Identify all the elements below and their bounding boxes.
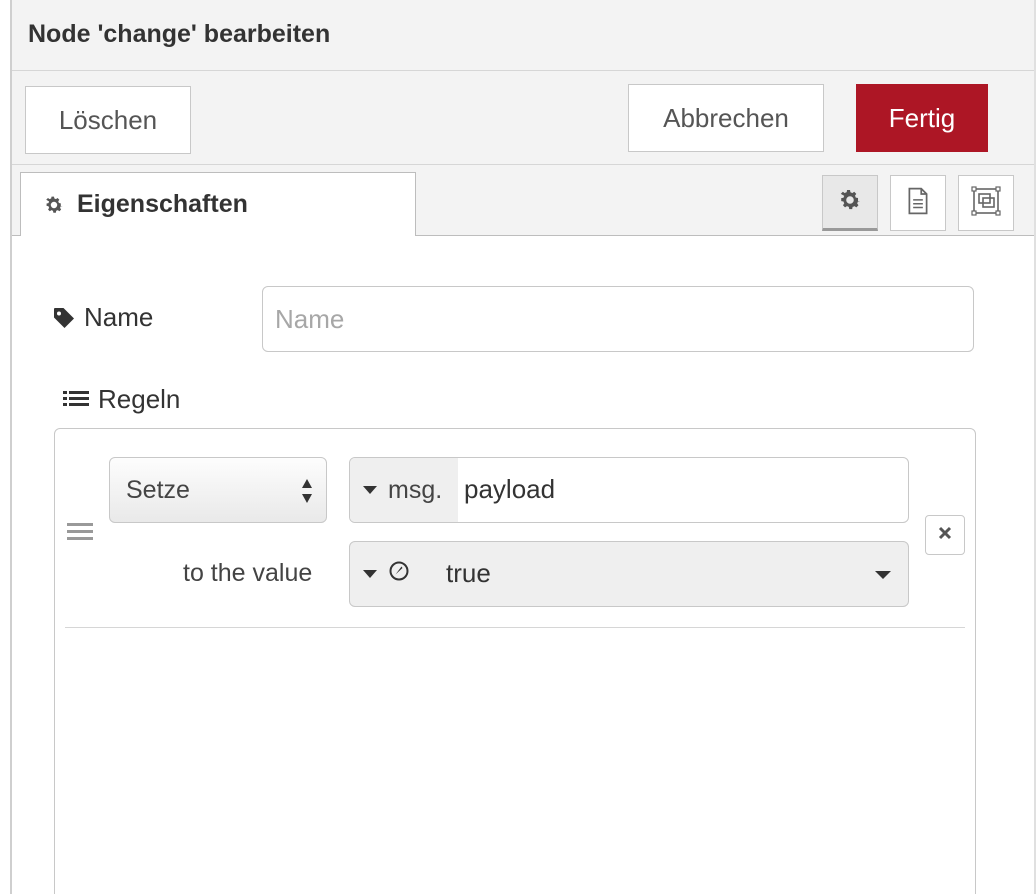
value-text: true — [446, 558, 491, 588]
rule-target-input[interactable]: msg. payload — [349, 457, 909, 523]
list-icon — [62, 389, 90, 411]
rule-item: Setze msg. payload to the value true — [65, 429, 965, 628]
caret-down-icon — [362, 485, 378, 495]
name-label: Name — [52, 302, 153, 333]
tab-bar: Eigenschaften — [12, 165, 1036, 236]
to-value-label: to the value — [183, 559, 313, 587]
rules-label-text: Regeln — [98, 384, 181, 414]
caret-down-icon[interactable] — [874, 570, 892, 580]
tab-icon-group — [822, 175, 1014, 231]
select-arrows-icon — [300, 476, 314, 506]
frame-icon — [970, 185, 1002, 222]
tag-icon — [52, 306, 76, 330]
appearance-tab-button[interactable] — [958, 175, 1014, 231]
delete-button[interactable]: Löschen — [25, 86, 191, 154]
gear-icon — [837, 187, 863, 218]
tray-title: Node 'change' bearbeiten — [28, 20, 331, 48]
rules-list: Setze msg. payload to the value true — [54, 428, 976, 894]
gear-icon — [43, 194, 65, 216]
properties-tab-button[interactable] — [822, 175, 878, 231]
target-type-button[interactable]: msg. — [350, 458, 458, 522]
rule-value-input[interactable]: true — [349, 541, 909, 607]
value-type-button[interactable] — [350, 542, 440, 606]
name-row: Name — [52, 286, 974, 354]
tab-properties-label: Eigenschaften — [77, 190, 248, 218]
cancel-button[interactable]: Abbrechen — [628, 84, 824, 152]
delete-rule-button[interactable] — [925, 515, 965, 555]
drag-handle-icon[interactable] — [67, 521, 93, 543]
caret-down-icon — [362, 569, 378, 579]
rule-action-select[interactable]: Setze — [109, 457, 327, 523]
rule-action-value: Setze — [126, 475, 190, 504]
name-input[interactable] — [262, 286, 974, 352]
description-tab-button[interactable] — [890, 175, 946, 231]
tab-properties[interactable]: Eigenschaften — [20, 172, 416, 236]
boolean-icon — [388, 560, 410, 589]
target-value[interactable]: payload — [464, 474, 555, 505]
edit-tray: Node 'change' bearbeiten Löschen Abbrech… — [10, 0, 1036, 894]
rules-label: Regeln — [62, 384, 180, 415]
close-icon — [938, 526, 952, 545]
document-icon — [905, 187, 931, 220]
tray-header: Node 'change' bearbeiten — [12, 0, 1036, 71]
name-label-text: Name — [84, 302, 154, 332]
target-type-label: msg. — [388, 475, 443, 504]
done-button[interactable]: Fertig — [856, 84, 988, 152]
tray-toolbar: Löschen Abbrechen Fertig — [12, 71, 1036, 165]
